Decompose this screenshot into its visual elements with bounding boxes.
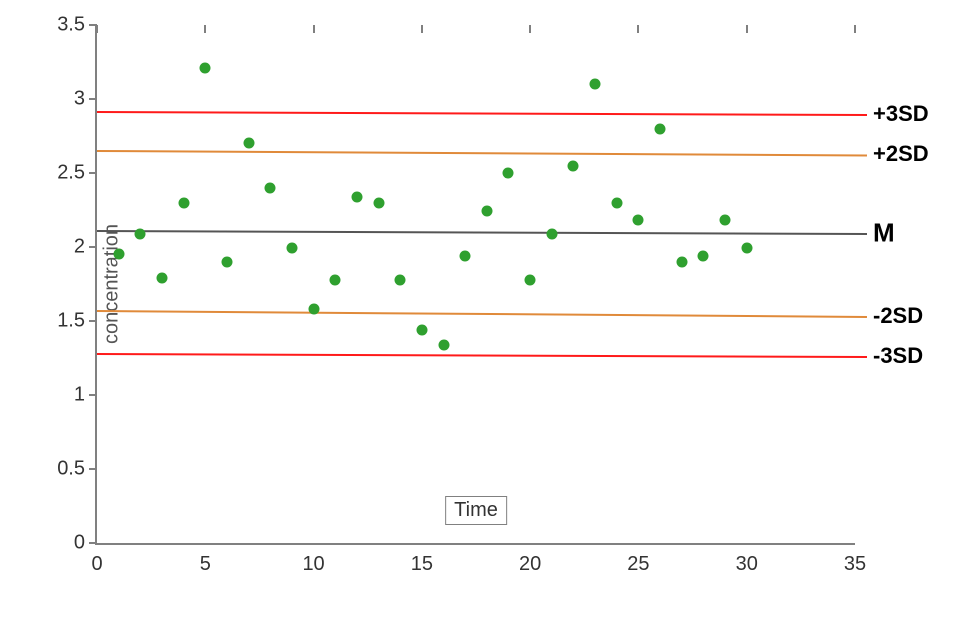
x-tick-mark [529, 25, 531, 33]
y-tick-mark [89, 246, 97, 248]
data-point [243, 138, 254, 149]
x-tick-label: 15 [411, 543, 433, 576]
x-tick-label: 5 [200, 543, 211, 576]
y-tick-mark [89, 172, 97, 174]
data-point [633, 215, 644, 226]
reference-line-label: -2SD [855, 303, 923, 329]
data-point [698, 250, 709, 261]
data-point [330, 274, 341, 285]
data-point [611, 197, 622, 208]
data-point [590, 79, 601, 90]
data-point [286, 243, 297, 254]
reference-line [97, 353, 867, 358]
data-point [503, 168, 514, 179]
y-tick-mark [89, 320, 97, 322]
x-tick-label: 20 [519, 543, 541, 576]
y-tick-mark [89, 394, 97, 396]
data-point [178, 197, 189, 208]
data-point [373, 197, 384, 208]
data-point [135, 228, 146, 239]
control-chart: concentration Time 00.511.522.533.505101… [0, 0, 960, 640]
data-point [655, 123, 666, 134]
x-tick-label: 35 [844, 543, 866, 576]
x-tick-label: 30 [736, 543, 758, 576]
data-point [156, 273, 167, 284]
x-tick-label: 0 [91, 543, 102, 576]
x-tick-label: 25 [627, 543, 649, 576]
reference-line [97, 310, 867, 318]
data-point [308, 304, 319, 315]
data-point [416, 324, 427, 335]
reference-line-label: +3SD [855, 101, 929, 127]
reference-line-label: -3SD [855, 343, 923, 369]
data-point [221, 256, 232, 267]
data-point [720, 215, 731, 226]
x-tick-label: 10 [302, 543, 324, 576]
data-point [676, 256, 687, 267]
x-tick-mark [313, 25, 315, 33]
reference-line [97, 111, 867, 116]
y-tick-mark [89, 98, 97, 100]
reference-line [97, 230, 867, 235]
data-point [546, 228, 557, 239]
data-point [568, 160, 579, 171]
x-tick-mark [637, 25, 639, 33]
x-tick-mark [96, 25, 98, 33]
data-point [460, 250, 471, 261]
data-point [438, 339, 449, 350]
x-tick-mark [746, 25, 748, 33]
data-point [351, 191, 362, 202]
x-tick-mark [421, 25, 423, 33]
x-tick-mark [854, 25, 856, 33]
x-tick-mark [204, 25, 206, 33]
y-axis-label: concentration [101, 224, 124, 344]
x-axis-label: Time [445, 496, 507, 525]
reference-line [97, 150, 867, 156]
data-point [481, 206, 492, 217]
data-point [395, 274, 406, 285]
data-point [741, 243, 752, 254]
y-tick-mark [89, 468, 97, 470]
plot-area: concentration Time 00.511.522.533.505101… [95, 25, 855, 545]
data-point [265, 182, 276, 193]
data-point [113, 249, 124, 260]
reference-line-label: M [855, 218, 895, 249]
data-point [525, 274, 536, 285]
reference-line-label: +2SD [855, 141, 929, 167]
data-point [200, 62, 211, 73]
